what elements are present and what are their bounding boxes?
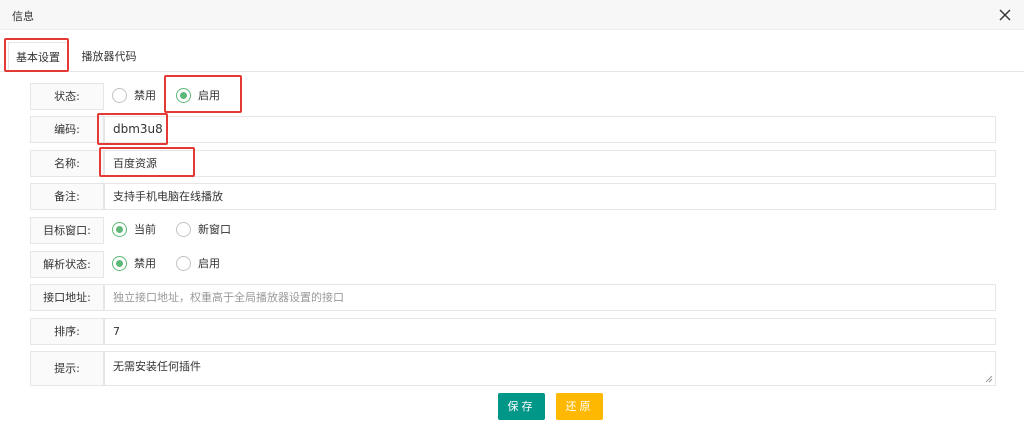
parse-radio-enabled[interactable]: 启用 — [176, 256, 220, 272]
target-radio-new-window[interactable]: 新窗口 — [176, 222, 231, 238]
tab-basic-settings[interactable]: 基本设置 — [8, 42, 68, 73]
target-option-new-window-label: 新窗口 — [198, 223, 231, 236]
save-button[interactable]: 保存 — [498, 393, 545, 420]
status-row: 状态: 禁用 启用 — [30, 83, 996, 110]
parse-label: 解析状态: — [30, 251, 104, 278]
target-label: 目标窗口: — [30, 217, 104, 244]
radio-checked-icon — [176, 88, 191, 103]
parse-row: 解析状态: 禁用 启用 — [30, 251, 996, 278]
resize-handle-icon[interactable] — [985, 375, 993, 383]
tip-text: 无需安装任何插件 — [113, 360, 201, 373]
parse-option-enabled-label: 启用 — [198, 257, 220, 270]
status-label: 状态: — [30, 83, 104, 110]
parse-radio-disabled[interactable]: 禁用 — [112, 256, 156, 272]
window-titlebar: 信息 — [0, 0, 1024, 30]
radio-checked-icon — [112, 222, 127, 237]
tip-textarea[interactable]: 无需安装任何插件 — [104, 351, 996, 386]
code-row: 编码: dbm3u8 — [30, 116, 996, 143]
api-row: 接口地址: 独立接口地址，权重高于全局播放器设置的接口 — [30, 284, 996, 311]
tab-player-code[interactable]: 播放器代码 — [78, 42, 140, 72]
tip-row: 提示: 无需安装任何插件 — [30, 351, 996, 386]
target-row: 目标窗口: 当前 新窗口 — [30, 217, 996, 244]
remark-label: 备注: — [30, 183, 104, 210]
sort-row: 排序: 7 — [30, 318, 996, 345]
target-option-current-label: 当前 — [134, 223, 156, 236]
reset-button[interactable]: 还原 — [556, 393, 603, 420]
parse-option-disabled-label: 禁用 — [134, 257, 156, 270]
code-label: 编码: — [30, 116, 104, 143]
status-option-disabled-label: 禁用 — [134, 89, 156, 102]
name-input[interactable]: 百度资源 — [104, 150, 996, 177]
radio-circle-icon — [176, 256, 191, 271]
name-row: 名称: 百度资源 — [30, 150, 996, 177]
remark-row: 备注: 支持手机电脑在线播放 — [30, 183, 996, 210]
status-option-enabled-label: 启用 — [198, 89, 220, 102]
window-title: 信息 — [12, 10, 34, 23]
sort-input[interactable]: 7 — [104, 318, 996, 345]
radio-circle-icon — [176, 222, 191, 237]
tip-label: 提示: — [30, 351, 104, 386]
status-radio-disabled[interactable]: 禁用 — [112, 88, 156, 104]
api-label: 接口地址: — [30, 284, 104, 311]
status-radio-enabled[interactable]: 启用 — [176, 88, 220, 104]
sort-label: 排序: — [30, 318, 104, 345]
remark-input[interactable]: 支持手机电脑在线播放 — [104, 183, 996, 210]
target-radio-current[interactable]: 当前 — [112, 222, 156, 238]
tab-bar: 基本设置 播放器代码 — [0, 42, 1024, 73]
radio-checked-icon — [112, 256, 127, 271]
api-input[interactable]: 独立接口地址，权重高于全局播放器设置的接口 — [104, 284, 996, 311]
radio-circle-icon — [112, 88, 127, 103]
code-input[interactable]: dbm3u8 — [104, 116, 996, 143]
close-icon[interactable] — [996, 6, 1014, 24]
name-label: 名称: — [30, 150, 104, 177]
